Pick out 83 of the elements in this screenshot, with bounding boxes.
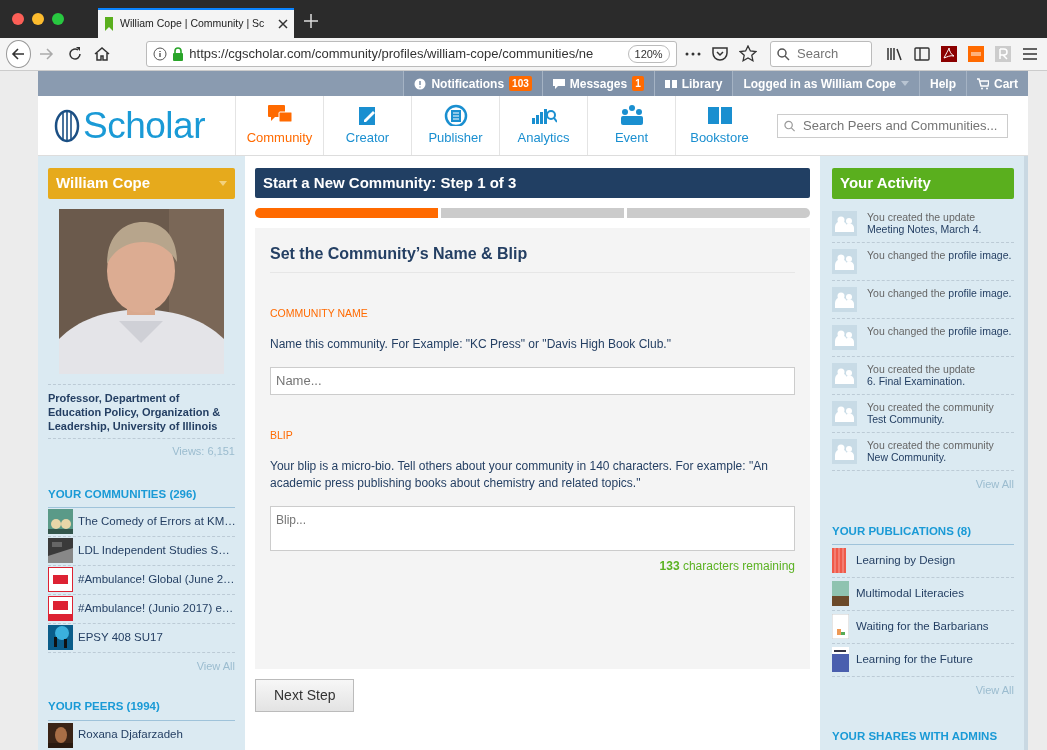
minimize-window-icon[interactable] — [32, 13, 44, 25]
search-field[interactable]: Search Peers and Communities... — [801, 114, 1001, 137]
alert-icon — [414, 77, 427, 90]
info-icon — [153, 47, 168, 61]
caret-icon — [900, 81, 909, 86]
browser-tab[interactable]: William Cope | Community | Sc — [98, 8, 294, 38]
people-icon — [832, 249, 857, 274]
section-heading: YOUR SHARES WITH ADMINS — [832, 728, 1014, 750]
field-label: BLIP — [270, 427, 294, 443]
caret-icon — [219, 181, 227, 186]
close-window-icon[interactable] — [12, 13, 24, 25]
back-button[interactable] — [6, 40, 31, 68]
help-text: Name this community. For Example: "KC Press" or "Davis High Book Club." — [270, 335, 672, 353]
list-link[interactable]: #Ambulance! Global (June 2… — [78, 571, 235, 589]
list-link[interactable]: Learning by Design — [856, 552, 956, 570]
view-count: Views: 6,151 — [171, 444, 235, 459]
search-box[interactable]: Search Peers and Communities... — [777, 113, 1008, 138]
maximize-window-icon[interactable] — [52, 13, 64, 25]
nav-tab[interactable]: Event — [587, 96, 675, 155]
section-heading: YOUR COMMUNITIES (296) — [48, 485, 235, 508]
list-link[interactable]: #Ambulance! (Junio 2017) e… — [78, 600, 234, 618]
search-icon — [777, 47, 791, 61]
wizard-title: Start a New Community: Step 1 of 3 — [255, 168, 810, 198]
tab-title: William Cope | Community | Sc — [120, 16, 266, 32]
people-icon — [832, 211, 857, 236]
count-badge: 103 — [509, 76, 532, 91]
help-text: Your blip is a micro-bio. Tell others about your community in 140 characters. For example: "An academic press publishing books about chemistry and related topics." — [270, 457, 769, 492]
activity-link[interactable]: Test Community. — [867, 413, 945, 425]
section-heading: YOUR PEERS (1994) — [48, 698, 235, 721]
nav-tab[interactable]: Creator — [323, 96, 411, 155]
activity-text: You created the community New Community. — [867, 439, 995, 465]
character-counter: 133 characters remaining — [658, 557, 795, 575]
activity-link[interactable]: profile image. — [948, 287, 1012, 299]
next-step-button[interactable]: Next Step — [255, 679, 355, 712]
people-icon — [832, 401, 857, 426]
profile-bio: Professor, Department of Education Policy, Organization & Leadership, University of Illinois — [48, 384, 235, 439]
list-link[interactable]: LDL Independent Studies S… — [78, 542, 230, 560]
nav-tab[interactable]: Publisher — [411, 96, 499, 155]
back-arrow-icon — [10, 46, 27, 62]
activity-link[interactable]: profile image. — [948, 325, 1012, 337]
search-box[interactable]: Search — [770, 41, 873, 67]
people-icon — [832, 439, 857, 464]
book-icon — [664, 77, 677, 90]
people-icon — [832, 287, 857, 312]
close-icon — [278, 19, 288, 29]
lock-icon — [172, 47, 185, 61]
logo-text: Scholar — [83, 107, 205, 144]
group-icon — [618, 103, 645, 126]
address-bar[interactable]: https://cgscholar.com/community/profiles/william-cope/communities/ne 120% — [146, 41, 677, 67]
activity-link[interactable]: profile image. — [948, 249, 1012, 261]
input-field[interactable]: Name... — [270, 366, 795, 395]
activity-text: You created the community Test Community. — [867, 401, 995, 427]
activity-text: You created the update 6. Final Examination. — [867, 363, 977, 389]
people-icon — [832, 363, 857, 388]
activity-text: You created the update Meeting Notes, March 4. — [867, 211, 983, 237]
list-link[interactable]: Waiting for the Barbarians — [856, 618, 989, 636]
activity-text: You changed the profile image. — [867, 325, 1012, 339]
list-link[interactable]: EPSY 408 SU17 — [78, 629, 163, 647]
logo-icon — [54, 108, 80, 143]
nav-tab[interactable]: Analytics — [499, 96, 587, 155]
count-badge: 1 — [632, 76, 644, 91]
nav-tab[interactable]: Bookstore — [675, 96, 763, 155]
activity-link[interactable]: Meeting Notes, March 4. — [867, 223, 982, 235]
plus-icon — [304, 13, 318, 28]
form-heading: Set the Community’s Name & Blip — [270, 242, 795, 273]
list-link[interactable]: Multimodal Literacies — [856, 585, 964, 603]
list-link[interactable]: Learning for the Future — [856, 651, 973, 669]
activity-text: You changed the profile image. — [867, 287, 1012, 301]
list-link[interactable]: Roxana Djafarzadeh — [78, 726, 183, 744]
section-heading: YOUR PUBLICATIONS (8) — [832, 522, 1014, 545]
activity-link[interactable]: New Community. — [867, 451, 947, 463]
activity-heading: Your Activity — [832, 168, 1014, 199]
text-area[interactable]: Blip... — [270, 505, 795, 551]
search-icon — [784, 119, 796, 132]
cart-icon — [977, 77, 989, 90]
chat-bubble-icon — [552, 77, 565, 90]
field-label: COMMUNITY NAME — [270, 306, 369, 321]
activity-text: You changed the profile image. — [867, 249, 1012, 263]
activity-link[interactable]: 6. Final Examination. — [867, 375, 966, 387]
list-link[interactable]: The Comedy of Errors at KM… — [78, 513, 236, 531]
people-icon — [832, 325, 857, 350]
bookmark-icon — [104, 17, 114, 31]
document-cycle-icon — [442, 103, 469, 126]
